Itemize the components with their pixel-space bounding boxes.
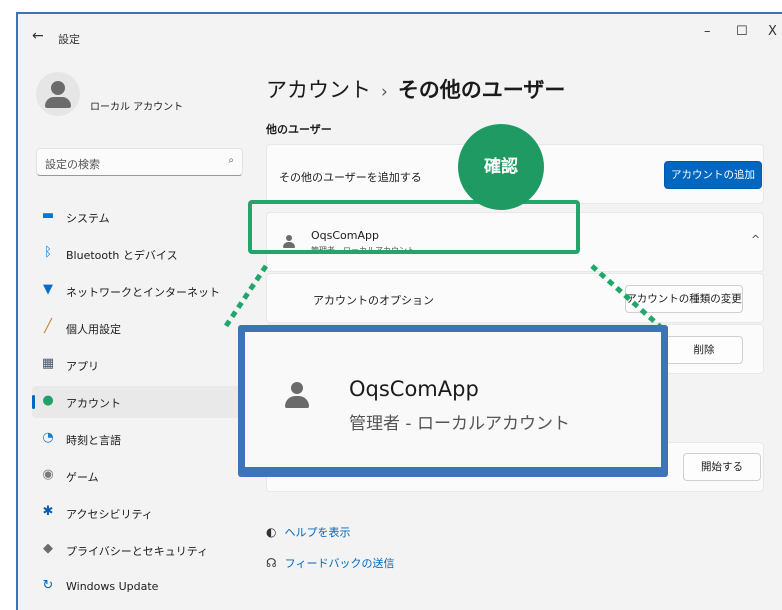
sidebar-item-label: ゲーム [66,471,99,484]
sidebar-item-label: プライバシーとセキュリティ [66,545,209,558]
sidebar-item-10[interactable]: ↻ Windows Update [32,571,242,603]
sidebar-item-6[interactable]: ◔ 時刻と言語 [32,423,242,455]
globe-clock-icon: ◔ [42,430,54,445]
gamepad-icon: ◉ [42,467,54,482]
window-title: 設定 [58,33,80,46]
add-account-button[interactable]: アカウントの追加 [664,161,762,189]
zoom-person-icon [285,382,309,410]
section-title: 他のユーザー [266,123,332,136]
help-link[interactable]: ◐ ヘルプを表示 [266,524,350,540]
search-icon[interactable]: ⌕ [228,155,234,166]
sidebar-item-1[interactable]: ᛒ Bluetooth とデバイス [32,238,242,270]
page-title: その他のユーザー [397,78,566,102]
sidebar-item-3[interactable]: ╱ 個人用設定 [32,312,242,344]
monitor-icon: ▬ [41,208,55,223]
search-box[interactable]: 設定の検索 ⌕ [36,148,243,176]
sidebar-item-label: アカウント [66,397,121,410]
sidebar-item-7[interactable]: ◉ ゲーム [32,460,242,492]
user-entry-highlight [248,200,580,254]
sidebar-item-5[interactable]: ● アカウント [32,386,242,418]
start-button[interactable]: 開始する [683,453,761,481]
add-user-label: その他のユーザーを追加する [279,171,422,184]
wifi-icon: ▼ [43,282,53,297]
sidebar-item-4[interactable]: ▦ アプリ [32,349,242,381]
search-input[interactable]: 設定の検索 [45,156,100,172]
change-account-type-button[interactable]: アカウントの種類の変更 [625,285,743,313]
sidebar-item-label: ネットワークとインターネット [66,286,220,299]
sidebar-item-2[interactable]: ▼ ネットワークとインターネット [32,275,242,307]
sidebar-item-0[interactable]: ▬ システム [32,201,242,233]
accessibility-icon: ✱ [42,504,54,519]
help-icon: ◐ [266,525,277,539]
feedback-icon: ☊ [266,556,277,570]
zoom-callout: OqsComApp 管理者 - ローカルアカウント [238,325,668,477]
feedback-link-label[interactable]: フィードバックの送信 [285,557,395,570]
account-options-card: アカウントのオプション アカウントの種類の変更 [266,273,764,323]
account-options-label: アカウントのオプション [313,294,434,307]
zoom-user-subtitle: 管理者 - ローカルアカウント [349,414,570,434]
breadcrumb-parent[interactable]: アカウント [266,78,371,102]
apps-icon: ▦ [41,356,55,371]
bluetooth-icon: ᛒ [44,245,52,260]
chevron-up-icon[interactable]: ^ [751,233,760,246]
user-name: ローカル アカウント [90,102,184,113]
title-bar: ← 設定 – ☐ X [18,14,782,50]
back-arrow-icon[interactable]: ← [32,28,44,44]
breadcrumb-separator: › [381,82,388,102]
zoom-user-name: OqsComApp [349,377,479,401]
brush-icon: ╱ [44,319,52,334]
sidebar-item-label: アクセシビリティ [66,508,153,521]
help-link-label[interactable]: ヘルプを表示 [284,526,350,539]
user-avatar[interactable] [36,72,80,116]
sidebar-item-label: システム [66,212,110,225]
close-button[interactable]: X [768,24,777,39]
sidebar-item-label: アプリ [66,360,99,373]
minimize-button[interactable]: – [704,24,711,39]
sidebar-item-label: 個人用設定 [66,323,121,336]
account-icon: ● [42,393,54,408]
sidebar-item-9[interactable]: ◆ プライバシーとセキュリティ [32,534,242,566]
remove-button[interactable]: 削除 [665,336,743,364]
update-icon: ↻ [42,578,54,593]
settings-window: ← 設定 – ☐ X ローカル アカウント 設定の検索 ⌕ ▬ システム ᛒ Blue… [16,12,782,610]
feedback-link[interactable]: ☊ フィードバックの送信 [266,555,394,571]
sidebar-item-label: Windows Update [66,580,159,593]
sidebar-item-8[interactable]: ✱ アクセシビリティ [32,497,242,529]
sidebar-item-label: 時刻と言語 [66,434,121,447]
shield-icon: ◆ [43,541,53,556]
maximize-button[interactable]: ☐ [736,24,748,39]
sidebar-item-label: Bluetooth とデバイス [66,249,178,262]
breadcrumb: アカウント › その他のユーザー [266,74,565,104]
person-icon [51,81,65,95]
confirm-badge: 確認 [458,124,544,210]
